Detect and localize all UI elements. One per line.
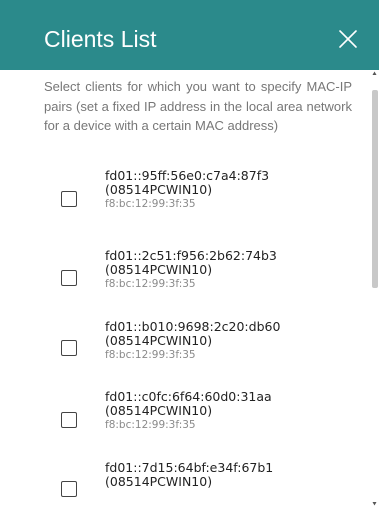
dialog-header: Clients List [0, 0, 379, 70]
scroll-up-arrow-icon[interactable] [372, 71, 377, 76]
client-hostname: (08514PCWIN10) [105, 474, 213, 489]
client-hostname: (08514PCWIN10) [105, 262, 213, 277]
dialog-description: Select clients for which you want to spe… [44, 79, 352, 133]
client-hostname: (08514PCWIN10) [105, 403, 213, 418]
scroll-down-arrow-icon[interactable] [372, 501, 377, 506]
client-checkbox[interactable] [61, 412, 77, 428]
client-item[interactable]: fd01::2c51:f956:2b62:74b3 (08514PCWIN10)… [0, 248, 370, 308]
client-checkbox[interactable] [61, 191, 77, 207]
client-ip: fd01::b010:9698:2c20:db60 [105, 319, 281, 334]
scrollbar-thumb[interactable] [372, 90, 378, 288]
client-mac: f8:bc:12:99:3f:35 [105, 198, 196, 210]
client-item[interactable]: fd01::95ff:56e0:c7a4:87f3 (08514PCWIN10)… [0, 168, 370, 228]
dialog-title: Clients List [44, 26, 157, 52]
client-item[interactable]: fd01::c0fc:6f64:60d0:31aa (08514PCWIN10)… [0, 389, 370, 449]
clients-list-dialog: Clients List Select clients for which yo… [0, 0, 379, 510]
client-item[interactable]: fd01::7d15:64bf:e34f:67b1 (08514PCWIN10) [0, 460, 370, 510]
client-checkbox[interactable] [61, 481, 77, 497]
client-mac: f8:bc:12:99:3f:35 [105, 278, 196, 290]
client-item[interactable]: fd01::b010:9698:2c20:db60 (08514PCWIN10)… [0, 319, 370, 379]
clients-list-content[interactable]: Select clients for which you want to spe… [0, 70, 379, 510]
client-ip: fd01::2c51:f956:2b62:74b3 [105, 248, 277, 263]
client-mac: f8:bc:12:99:3f:35 [105, 419, 196, 431]
client-hostname: (08514PCWIN10) [105, 333, 213, 348]
client-checkbox[interactable] [61, 270, 77, 286]
client-hostname: (08514PCWIN10) [105, 182, 213, 197]
client-mac: f8:bc:12:99:3f:35 [105, 349, 196, 361]
client-ip: fd01::7d15:64bf:e34f:67b1 [105, 460, 274, 475]
close-icon [339, 30, 357, 48]
scrollbar[interactable] [370, 70, 379, 510]
client-checkbox[interactable] [61, 340, 77, 356]
client-ip: fd01::95ff:56e0:c7a4:87f3 [105, 168, 270, 183]
client-ip: fd01::c0fc:6f64:60d0:31aa [105, 389, 272, 404]
close-button[interactable] [333, 24, 363, 54]
